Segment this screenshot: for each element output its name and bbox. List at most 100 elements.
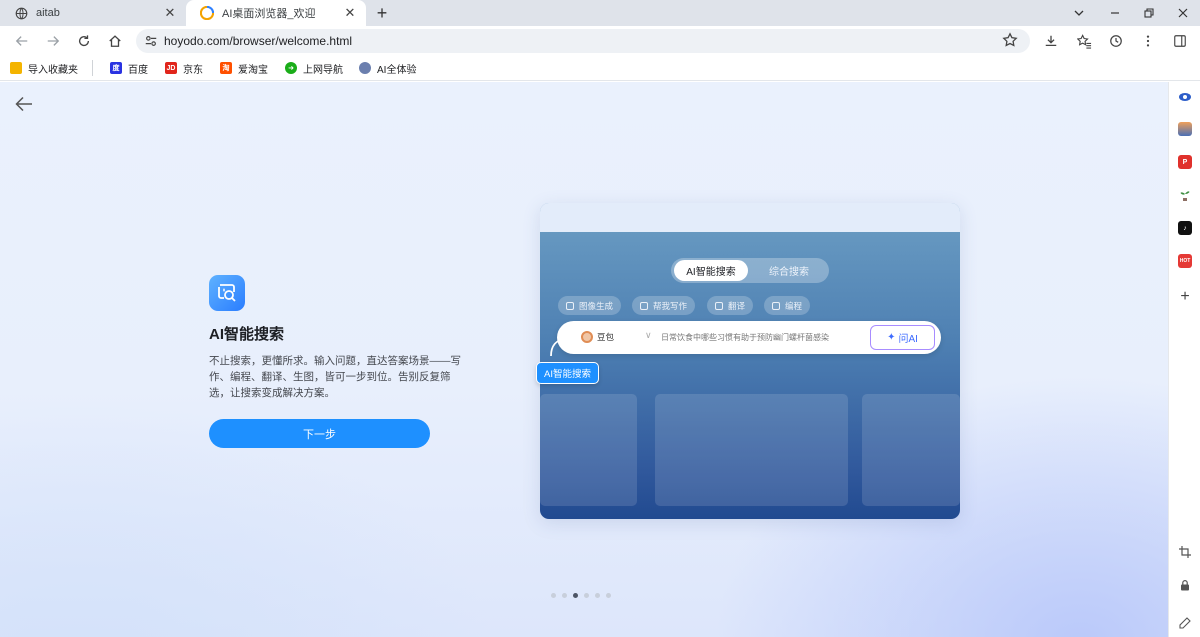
edit-note-icon[interactable] bbox=[1178, 616, 1192, 630]
page-dot-6[interactable] bbox=[606, 593, 611, 598]
back-arrow-icon[interactable] bbox=[14, 94, 34, 114]
close-tab-icon[interactable]: ✕ bbox=[342, 5, 358, 21]
site-info-icon[interactable] bbox=[144, 34, 158, 48]
baidu-icon: 度 bbox=[110, 62, 122, 74]
mode-ai-search: AI智能搜索 bbox=[674, 260, 748, 281]
bookmark-aitaobao[interactable]: 淘 爱淘宝 bbox=[220, 60, 268, 76]
bookmark-label: 导入收藏夹 bbox=[28, 64, 78, 76]
folder-icon bbox=[10, 62, 22, 74]
bookmark-label: 上网导航 bbox=[303, 64, 343, 76]
pdf-app-icon[interactable]: P bbox=[1178, 155, 1192, 169]
search-mode-switch: AI智能搜索 综合搜索 bbox=[671, 258, 829, 283]
mode-general-search: 综合搜索 bbox=[769, 267, 809, 278]
page-dot-5[interactable] bbox=[595, 593, 600, 598]
image-icon bbox=[566, 301, 574, 310]
pen-icon bbox=[640, 301, 648, 310]
side-panel-icon[interactable] bbox=[1170, 31, 1190, 51]
next-step-button[interactable]: 下一步 bbox=[209, 419, 430, 448]
preview-panel bbox=[862, 394, 960, 506]
chip-label: 翻译 bbox=[728, 300, 746, 311]
chevron-down-icon: ∨ bbox=[645, 330, 652, 340]
translate-icon bbox=[715, 301, 723, 310]
ask-ai-label: 问AI bbox=[898, 334, 918, 345]
bookmark-label: 百度 bbox=[128, 64, 148, 76]
url-text[interactable]: hoyodo.com/browser/welcome.html bbox=[164, 34, 352, 48]
feature-title: AI智能搜索 bbox=[209, 326, 285, 343]
tab-title: aitab bbox=[36, 7, 60, 19]
page-dot-1[interactable] bbox=[551, 593, 556, 598]
bookmarks-bar: 导入收藏夹 度 百度 JD 京东 淘 爱淘宝 ➜ 上网导航 AI全体验 bbox=[0, 56, 1200, 81]
preview-panel bbox=[540, 394, 637, 506]
address-bar[interactable]: hoyodo.com/browser/welcome.html bbox=[136, 29, 1030, 53]
menu-icon[interactable] bbox=[1138, 31, 1158, 51]
tab-strip: aitab ✕ AI桌面浏览器_欢迎 ✕ + bbox=[0, 0, 1200, 26]
favorites-list-icon[interactable] bbox=[1074, 31, 1094, 51]
ai-search-icon bbox=[209, 275, 245, 311]
preview-card: AI智能搜索 综合搜索 图像生成 帮我写作 翻译 编程 豆包 ∨ 日常饮食中哪些… bbox=[540, 203, 960, 519]
jd-icon: JD bbox=[165, 62, 177, 74]
ai-search-callout: AI智能搜索 bbox=[536, 362, 599, 384]
navigation-icon: ➜ bbox=[285, 62, 297, 74]
ai-avatar-icon bbox=[359, 62, 371, 74]
ai-browser-logo-icon bbox=[200, 6, 214, 20]
bookmark-jd[interactable]: JD 京东 bbox=[165, 60, 203, 76]
bookmarks-divider bbox=[92, 60, 93, 76]
ask-ai-button: ✦ 问AI bbox=[870, 325, 935, 350]
bookmark-label: AI全体验 bbox=[377, 64, 417, 76]
new-tab-button[interactable]: + bbox=[372, 3, 392, 23]
back-icon[interactable] bbox=[12, 31, 32, 51]
bookmark-ai[interactable]: AI全体验 bbox=[359, 60, 416, 76]
preview-header bbox=[540, 203, 960, 232]
minimize-icon[interactable] bbox=[1098, 0, 1132, 26]
tab-welcome[interactable]: AI桌面浏览器_欢迎 ✕ bbox=[186, 0, 366, 26]
tab-search-icon[interactable] bbox=[1062, 0, 1096, 26]
bookmark-star-icon[interactable] bbox=[1002, 32, 1020, 50]
home-icon[interactable] bbox=[105, 31, 125, 51]
bookmark-label: 爱淘宝 bbox=[238, 64, 268, 76]
lock-icon[interactable] bbox=[1178, 578, 1192, 592]
bookmark-import[interactable]: 导入收藏夹 bbox=[10, 60, 78, 76]
globe-icon bbox=[14, 6, 28, 20]
sparkle-icon: ✦ bbox=[887, 332, 896, 343]
chip-translate: 翻译 bbox=[707, 296, 754, 315]
page-dot-3[interactable] bbox=[573, 593, 578, 598]
model-name: 豆包 bbox=[597, 332, 615, 342]
history-icon[interactable] bbox=[1106, 31, 1126, 51]
chip-label: 编程 bbox=[785, 300, 803, 311]
feature-description: 不止搜索，更懂所求。输入问题，直达答案场景——写作、编程、翻译、生图，皆可一步到… bbox=[209, 355, 461, 399]
chip-writing: 帮我写作 bbox=[632, 296, 696, 315]
pointer-arrow-icon bbox=[550, 334, 568, 357]
chip-coding: 编程 bbox=[764, 296, 811, 315]
wallpaper-app-icon[interactable] bbox=[1178, 122, 1192, 136]
code-icon bbox=[772, 301, 780, 310]
page-dot-4[interactable] bbox=[584, 593, 589, 598]
eye-extension-icon[interactable] bbox=[1178, 90, 1192, 104]
taobao-icon: 淘 bbox=[220, 62, 232, 74]
chip-label: 图像生成 bbox=[579, 300, 614, 311]
close-tab-icon[interactable]: ✕ bbox=[162, 5, 178, 21]
download-icon[interactable] bbox=[1041, 31, 1061, 51]
preview-search-box: 豆包 ∨ 日常饮食中哪些习惯有助于预防幽门螺杆菌感染 ✦ 问AI bbox=[557, 321, 941, 354]
tiktok-icon[interactable]: ♪ bbox=[1178, 221, 1192, 235]
tab-title: AI桌面浏览器_欢迎 bbox=[222, 8, 316, 20]
hot-news-icon[interactable]: HOT bbox=[1178, 254, 1192, 268]
screenshot-crop-icon[interactable] bbox=[1178, 545, 1192, 559]
chip-image-generation: 图像生成 bbox=[558, 296, 622, 315]
tab-aitab[interactable]: aitab ✕ bbox=[0, 0, 186, 26]
search-query: 日常饮食中哪些习惯有助于预防幽门螺杆菌感染 bbox=[661, 333, 829, 342]
close-window-icon[interactable] bbox=[1166, 0, 1200, 26]
side-toolbar: P ♪ HOT + bbox=[1168, 82, 1200, 637]
forward-icon[interactable] bbox=[43, 31, 63, 51]
bookmark-nav[interactable]: ➜ 上网导航 bbox=[285, 60, 343, 76]
pagination-dots bbox=[551, 593, 617, 598]
chip-label: 帮我写作 bbox=[653, 300, 688, 311]
reload-icon[interactable] bbox=[74, 31, 94, 51]
add-app-icon[interactable]: + bbox=[1178, 288, 1192, 305]
restore-icon[interactable] bbox=[1132, 0, 1166, 26]
page-dot-2[interactable] bbox=[562, 593, 567, 598]
preview-panel bbox=[655, 394, 848, 506]
plant-app-icon[interactable] bbox=[1178, 188, 1192, 202]
bookmark-label: 京东 bbox=[183, 64, 203, 76]
welcome-page: AI智能搜索 不止搜索，更懂所求。输入问题，直达答案场景——写作、编程、翻译、生… bbox=[0, 82, 1168, 637]
bookmark-baidu[interactable]: 度 百度 bbox=[110, 60, 148, 76]
